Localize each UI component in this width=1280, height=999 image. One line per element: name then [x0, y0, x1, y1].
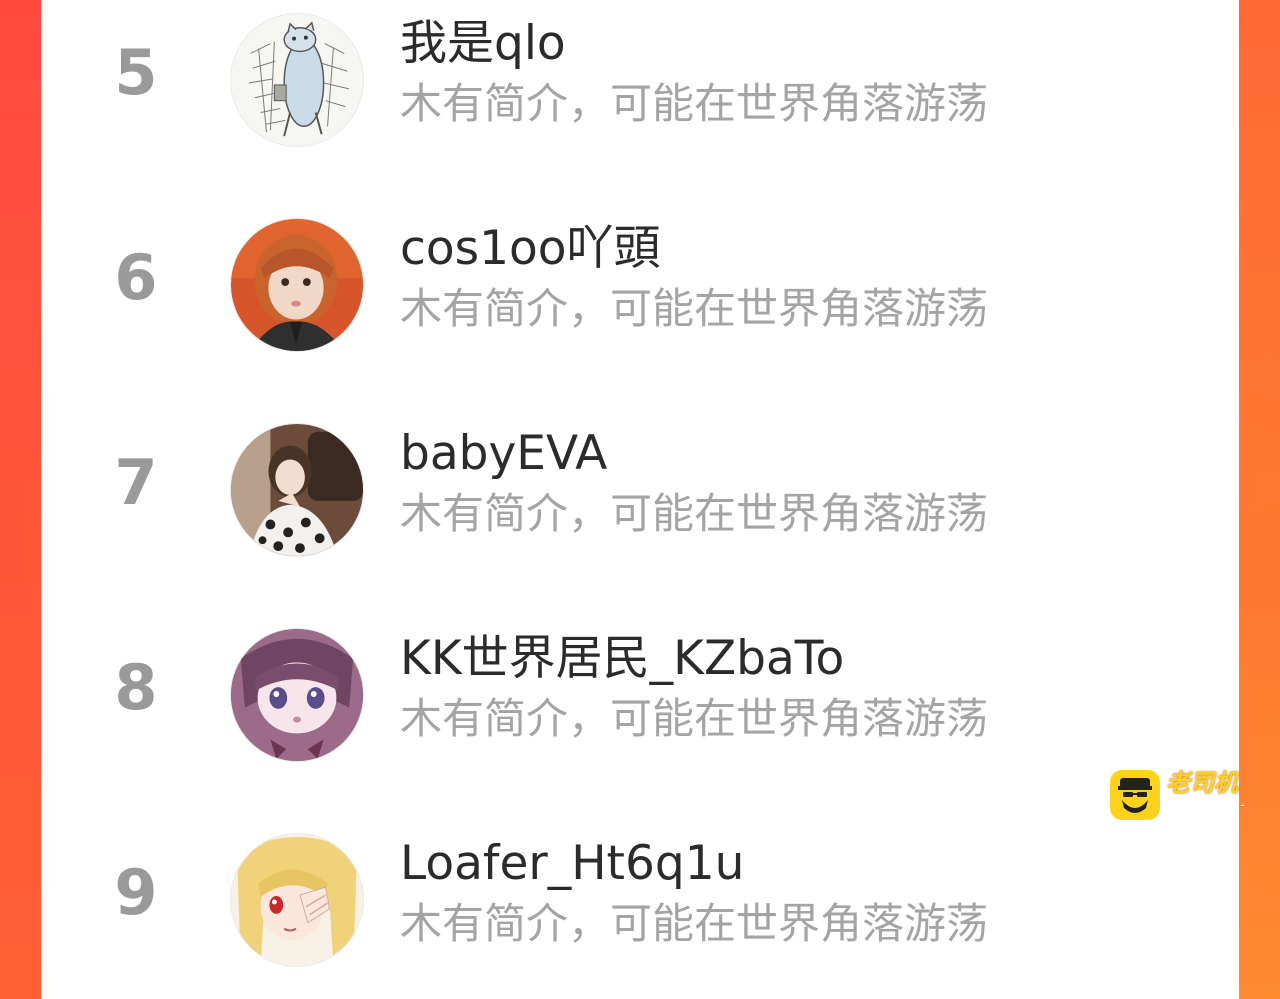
rank-number: 5 — [114, 36, 158, 109]
username[interactable]: KK世界居民_KZbaTo — [400, 631, 844, 687]
username[interactable]: cos1oo吖頭 — [400, 221, 661, 277]
right-gradient-border — [1239, 0, 1280, 999]
rank-number: 7 — [114, 446, 158, 519]
rank-number: 8 — [114, 651, 158, 724]
ranking-list-item[interactable]: 7 babyEVA 木有简介，可能在世界角落游荡 — [41, 410, 1239, 570]
left-gradient-border — [0, 0, 41, 999]
rank-number: 6 — [114, 241, 158, 314]
sketch-cat-avatar-icon[interactable] — [230, 13, 364, 147]
photo-girl-avatar-icon[interactable] — [230, 218, 364, 352]
anime-girl-blonde-avatar-icon[interactable] — [230, 833, 364, 967]
user-bio: 木有简介，可能在世界角落游荡 — [400, 694, 989, 743]
user-bio: 木有简介，可能在世界角落游荡 — [400, 489, 989, 538]
watermark-logo: 老司机 - lsjmh.xyz - — [1110, 769, 1270, 820]
bearded-driver-icon — [1110, 770, 1160, 820]
photo-girl-dress-avatar-icon[interactable] — [230, 423, 364, 557]
ranking-list-item[interactable]: 6 cos1oo吖頭 木有简介，可能在世界角落游荡 — [41, 205, 1239, 365]
user-bio: 木有简介，可能在世界角落游荡 — [400, 284, 989, 333]
username[interactable]: 我是qlo — [400, 16, 566, 72]
user-bio: 木有简介，可能在世界角落游荡 — [400, 899, 989, 948]
ranking-list-item[interactable]: 8 KK世界居民_KZbaTo 木有简介，可能在世界角落游荡 — [41, 615, 1239, 775]
user-bio: 木有简介，可能在世界角落游荡 — [400, 79, 989, 128]
username[interactable]: babyEVA — [400, 426, 607, 482]
watermark-url: - lsjmh.xyz - — [1166, 798, 1245, 813]
ranking-list-item[interactable]: 9 Loafer_Ht6q1u 木有简介，可能在世界角落游荡 — [41, 820, 1239, 980]
anime-girl-purple-avatar-icon[interactable] — [230, 628, 364, 762]
username[interactable]: Loafer_Ht6q1u — [400, 836, 744, 892]
ranking-panel: 5 我是qlo 木有简介，可能在世界角落游荡 6 cos1oo吖頭 木有简介，可… — [41, 0, 1239, 999]
rank-number: 9 — [114, 856, 158, 929]
watermark-title: 老司机 — [1166, 769, 1238, 797]
ranking-list-item[interactable]: 5 我是qlo 木有简介，可能在世界角落游荡 — [41, 0, 1239, 160]
